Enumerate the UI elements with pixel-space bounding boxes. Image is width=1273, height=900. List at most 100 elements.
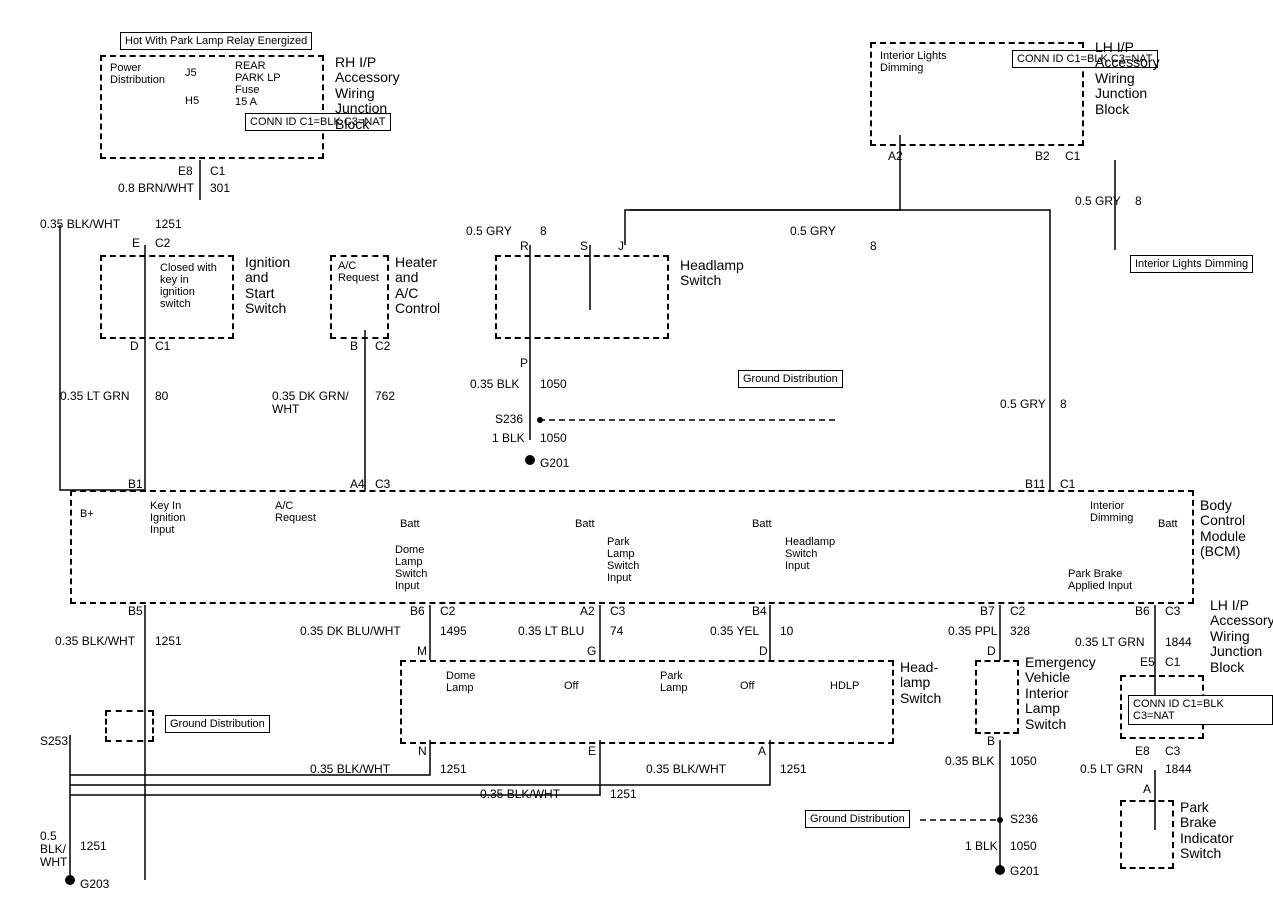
ckt-1251-n: 1251 [440, 763, 467, 776]
lh-ip-top-title: LH I/P Accessory Wiring Junction Block [1095, 40, 1160, 117]
conn-c3-b6: C3 [1165, 605, 1180, 618]
wire-035-blkwht-top: 0.35 BLK/WHT [40, 218, 120, 231]
pin-e5: E5 [1140, 656, 1155, 669]
wire-035-dkgrnwht: 0.35 DK GRN/ WHT [272, 390, 349, 416]
ckt-1050-b: 1050 [540, 432, 567, 445]
wire-035-blkwht-a: 0.35 BLK/WHT [646, 763, 726, 776]
ckt-1050-bottom: 1050 [1010, 840, 1037, 853]
power-distribution-label: Power Distribution [110, 62, 165, 86]
bcm-title: Body Control Module (BCM) [1200, 498, 1246, 560]
park-lamp-switch-input: Park Lamp Switch Input [607, 536, 639, 584]
park-brake-indicator-switch-block [1120, 800, 1174, 869]
pin-e-head: E [588, 745, 596, 758]
conn-c3-a4: C3 [375, 478, 390, 491]
conn-c1-e5: C1 [1165, 656, 1180, 669]
pin-a-pb: A [1143, 783, 1151, 796]
conn-c1-b11: C1 [1060, 478, 1075, 491]
ckt-1495: 1495 [440, 625, 467, 638]
pin-b11: B11 [1025, 478, 1045, 491]
pin-g: G [587, 645, 596, 658]
wire-035-blk: 0.35 BLK [470, 378, 519, 391]
pin-b2: B2 [1035, 150, 1050, 163]
wire-05-gry-b11: 0.5 GRY [1000, 398, 1046, 411]
conn-c1-b2: C1 [1065, 150, 1080, 163]
ckt-1251-s253: 1251 [80, 840, 107, 853]
ground-distribution-left-dash [105, 710, 154, 742]
batt-3: Batt [752, 518, 772, 530]
dome-lamp-switch-input: Dome Lamp Switch Input [395, 544, 427, 592]
splice-s236: S236 [495, 413, 523, 426]
wire-035-blk-emerg: 0.35 BLK [945, 755, 994, 768]
headlamp-switch-bottom-title: Head- lamp Switch [900, 660, 941, 706]
interior-dimming-input: Interior Dimming [1090, 500, 1133, 524]
park-lamp-label: Park Lamp [660, 670, 688, 694]
off-1: Off [564, 680, 578, 692]
rh-ip-title: RH I/P Accessory Wiring Junction Block [335, 55, 400, 132]
park-brake-applied-input: Park Brake Applied Input [1068, 568, 1132, 592]
pin-b6-c3: B6 [1135, 605, 1150, 618]
wire-1-blk-bottom: 1 BLK [965, 840, 998, 853]
ckt-328: 328 [1010, 625, 1030, 638]
ac-request-input: A/C Request [275, 500, 316, 524]
conn-c1-rhip: C1 [210, 165, 225, 178]
conn-c3-a2: C3 [610, 605, 625, 618]
ckt-1251-a: 1251 [780, 763, 807, 776]
wire-05-gry-r: 0.5 GRY [466, 225, 512, 238]
pin-d: D [130, 340, 139, 353]
ground-distribution-bottom: Ground Distribution [805, 810, 910, 828]
wire-05-gry-right: 0.5 GRY [1075, 195, 1121, 208]
pin-e8-bottom: E8 [1135, 745, 1150, 758]
batt-1: Batt [400, 518, 420, 530]
wire-035-dkbluwht: 0.35 DK BLU/WHT [300, 625, 401, 638]
b-plus: B+ [80, 508, 94, 520]
pin-m: M [417, 645, 427, 658]
lh-ip-bottom-title: LH I/P Accessory Wiring Junction Block [1210, 598, 1273, 675]
ground-distribution-left: Ground Distribution [165, 715, 270, 733]
wire-035-ppl: 0.35 PPL [948, 625, 997, 638]
pin-b5: B5 [128, 605, 143, 618]
ckt-1844-b: 1844 [1165, 763, 1192, 776]
ckt-1251-e: 1251 [610, 788, 637, 801]
ckt-74: 74 [610, 625, 623, 638]
splice-s236-bottom: S236 [1010, 813, 1038, 826]
ckt-8-r: 8 [540, 225, 547, 238]
dome-lamp-label: Dome Lamp [446, 670, 475, 694]
ckt-8-mid: 8 [870, 240, 877, 253]
pin-b7: B7 [980, 605, 995, 618]
ckt-10: 10 [780, 625, 793, 638]
ground-g203: G203 [80, 878, 109, 891]
pin-s: S [580, 240, 588, 253]
pin-b4: B4 [752, 605, 767, 618]
wire-035-blkwht-b5: 0.35 BLK/WHT [55, 635, 135, 648]
batt-2: Batt [575, 518, 595, 530]
interior-lights-dimming-label: Interior Lights Dimming [880, 50, 947, 74]
ckt-1844: 1844 [1165, 636, 1192, 649]
pin-e8: E8 [178, 165, 193, 178]
hdlp-label: HDLP [830, 680, 859, 692]
park-brake-indicator-switch-title: Park Brake Indicator Switch [1180, 800, 1234, 862]
pin-b-emerg: B [987, 735, 995, 748]
pin-n: N [418, 745, 427, 758]
batt-4: Batt [1158, 518, 1178, 530]
ground-distribution-top: Ground Distribution [738, 370, 843, 388]
pin-b-heater: B [350, 340, 358, 353]
pin-r: R [520, 240, 529, 253]
ground-g201: G201 [540, 457, 569, 470]
ground-g201-bottom: G201 [1010, 865, 1039, 878]
conn-c2-heater: C2 [375, 340, 390, 353]
pin-d-emerg: D [987, 645, 996, 658]
interior-lights-dimming-box: Interior Lights Dimming [1130, 255, 1253, 273]
ckt-301: 301 [210, 182, 230, 195]
wire-035-ltblu: 0.35 LT BLU [518, 625, 584, 638]
ignition-title: Ignition and Start Switch [245, 255, 290, 317]
conn-c2-b6: C2 [440, 605, 455, 618]
ckt-1251-b5: 1251 [155, 635, 182, 648]
pin-e: E [132, 237, 140, 250]
ckt-1050-emerg: 1050 [1010, 755, 1037, 768]
pin-b6: B6 [410, 605, 425, 618]
ac-request-label: A/C Request [338, 260, 379, 284]
rear-park-fuse: REAR PARK LP Fuse 15 A [235, 60, 281, 108]
ckt-1251-top: 1251 [155, 218, 182, 231]
pin-h5: H5 [185, 95, 199, 107]
pin-b1: B1 [128, 478, 143, 491]
